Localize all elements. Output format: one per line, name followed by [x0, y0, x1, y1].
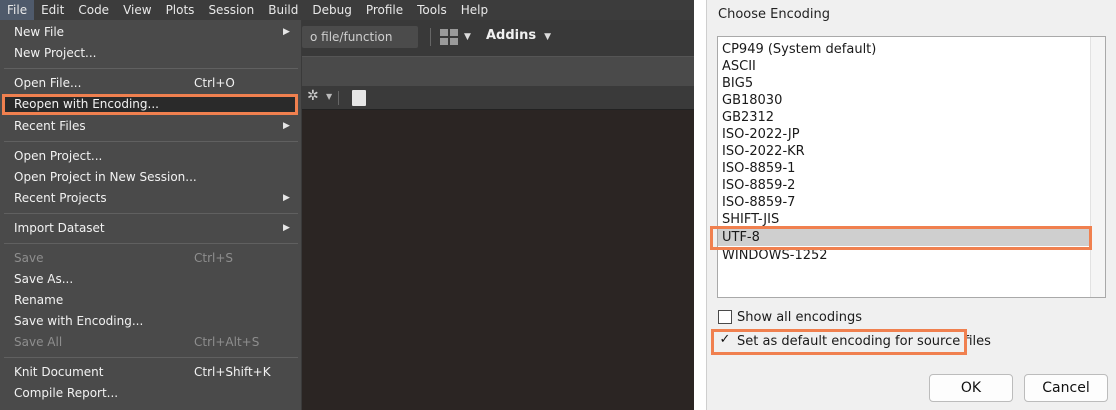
menu-session[interactable]: Session	[201, 0, 261, 20]
menu-item-save: Save Ctrl+S	[0, 248, 302, 269]
cancel-button[interactable]: Cancel	[1024, 374, 1108, 402]
encoding-option[interactable]: ASCII	[722, 58, 1092, 75]
source-editor[interactable]	[302, 110, 694, 410]
menu-item-label: New File	[14, 25, 65, 39]
menu-item-new-project[interactable]: New Project...	[0, 43, 302, 64]
menu-item-recent-projects[interactable]: Recent Projects ▶	[0, 188, 302, 209]
checkbox-empty-icon[interactable]	[718, 310, 732, 324]
menu-item-label: New Project...	[14, 46, 97, 60]
source-tab-strip	[302, 56, 694, 86]
encoding-option[interactable]: ISO-2022-JP	[722, 126, 1092, 143]
menu-item-label: Recent Projects	[14, 191, 107, 205]
menu-item-reopen-with-encoding[interactable]: Reopen with Encoding...	[0, 94, 302, 115]
menu-tools[interactable]: Tools	[410, 0, 454, 20]
menu-bar: File Edit Code View Plots Session Build …	[0, 0, 694, 20]
menu-item-label: Import Dataset	[14, 221, 105, 235]
menu-item-open-project[interactable]: Open Project...	[0, 146, 302, 167]
menu-separator	[4, 213, 298, 214]
encoding-option[interactable]: CP949 (System default)	[722, 41, 1092, 58]
menu-item-label: Knit Document	[14, 365, 104, 379]
submenu-arrow-icon: ▶	[283, 193, 290, 203]
menu-separator	[4, 357, 298, 358]
encoding-option[interactable]: GB18030	[722, 92, 1092, 109]
submenu-arrow-icon: ▶	[283, 223, 290, 233]
menu-item-label: Save As...	[14, 272, 74, 286]
menu-code[interactable]: Code	[71, 0, 116, 20]
editor-toolbar: ✲ ▼	[302, 86, 694, 110]
show-all-encodings-checkbox[interactable]: Show all encodings	[718, 307, 862, 327]
addins-label: Addins	[486, 28, 537, 43]
menu-profile[interactable]: Profile	[359, 0, 410, 20]
menu-view[interactable]: View	[116, 0, 158, 20]
goto-file-function-input[interactable]: o file/function	[302, 26, 418, 48]
file-menu-dropdown: New File ▶ New Project... Open File... C…	[0, 20, 302, 410]
menu-item-rename[interactable]: Rename	[0, 290, 302, 311]
toolbar-divider	[338, 91, 339, 105]
document-icon[interactable]	[352, 90, 366, 106]
menu-separator	[4, 68, 298, 69]
chevron-down-icon: ▼	[326, 92, 333, 101]
menu-edit[interactable]: Edit	[34, 0, 71, 20]
list-scrollbar[interactable]	[1090, 37, 1105, 297]
encoding-option[interactable]: BIG5	[722, 75, 1092, 92]
main-toolbar: o file/function ▼ Addins ▼	[302, 20, 694, 56]
menu-item-import-dataset[interactable]: Import Dataset ▶	[0, 218, 302, 239]
menu-item-label: Reopen with Encoding...	[14, 97, 159, 111]
menu-item-label: Open Project in New Session...	[14, 170, 197, 184]
menu-item-shortcut: Ctrl+Alt+S	[194, 335, 260, 349]
menu-item-shortcut: Ctrl+S	[194, 251, 234, 265]
menu-separator	[4, 243, 298, 244]
encoding-option[interactable]: GB2312	[722, 109, 1092, 126]
menu-item-open-project-new-session[interactable]: Open Project in New Session...	[0, 167, 302, 188]
submenu-arrow-icon: ▶	[283, 121, 290, 131]
chevron-down-icon: ▼	[464, 32, 471, 42]
menu-debug[interactable]: Debug	[305, 0, 358, 20]
menu-plots[interactable]: Plots	[159, 0, 202, 20]
chevron-down-icon: ▼	[544, 32, 552, 42]
pane-layout-button[interactable]: ▼	[440, 27, 474, 47]
addins-button[interactable]: Addins ▼	[486, 28, 551, 43]
menu-item-open-file[interactable]: Open File... Ctrl+O	[0, 73, 302, 94]
menu-item-label: Open Project...	[14, 149, 103, 163]
menu-item-label: Save with Encoding...	[14, 314, 144, 328]
menu-item-save-with-encoding[interactable]: Save with Encoding...	[0, 311, 302, 332]
ok-button[interactable]: OK	[929, 374, 1013, 402]
menu-item-recent-files[interactable]: Recent Files ▶	[0, 116, 302, 137]
menu-item-label: Save All	[14, 335, 63, 349]
menu-item-save-all: Save All Ctrl+Alt+S	[0, 332, 302, 353]
toolbar-divider	[430, 28, 431, 46]
encoding-option[interactable]: ISO-8859-7	[722, 194, 1092, 211]
menu-item-knit-document[interactable]: Knit Document Ctrl+Shift+K	[0, 362, 302, 383]
menu-item-label: Recent Files	[14, 119, 86, 133]
rstudio-window: File Edit Code View Plots Session Build …	[0, 0, 694, 410]
menu-item-label: Compile Report...	[14, 386, 119, 400]
menu-item-shortcut: Ctrl+Shift+K	[194, 365, 271, 379]
menu-item-shortcut: Ctrl+O	[194, 76, 235, 90]
menu-item-compile-report[interactable]: Compile Report...	[0, 383, 302, 404]
pane-grid-icon	[440, 29, 458, 45]
dialog-title: Choose Encoding	[718, 7, 831, 22]
encoding-option[interactable]: ISO-2022-KR	[722, 143, 1092, 160]
menu-file[interactable]: File	[0, 0, 35, 20]
encoding-option[interactable]: ISO-8859-1	[722, 160, 1092, 177]
highlight-box-set-default	[711, 329, 967, 355]
highlight-box-utf8	[710, 226, 1092, 250]
encoding-list[interactable]: CP949 (System default) ASCII BIG5 GB1803…	[717, 36, 1106, 298]
menu-help[interactable]: Help	[454, 0, 495, 20]
magic-wand-icon[interactable]: ✲	[307, 88, 319, 104]
menu-item-new-file[interactable]: New File ▶	[0, 22, 302, 43]
menu-item-label: Rename	[14, 293, 64, 307]
checkbox-label: Show all encodings	[737, 309, 862, 325]
menu-item-save-as[interactable]: Save As...	[0, 269, 302, 290]
encoding-option[interactable]: ISO-8859-2	[722, 177, 1092, 194]
menu-build[interactable]: Build	[261, 0, 305, 20]
menu-item-label: Open File...	[14, 76, 82, 90]
submenu-arrow-icon: ▶	[283, 27, 290, 37]
menu-item-label: Save	[14, 251, 44, 265]
menu-separator	[4, 141, 298, 142]
